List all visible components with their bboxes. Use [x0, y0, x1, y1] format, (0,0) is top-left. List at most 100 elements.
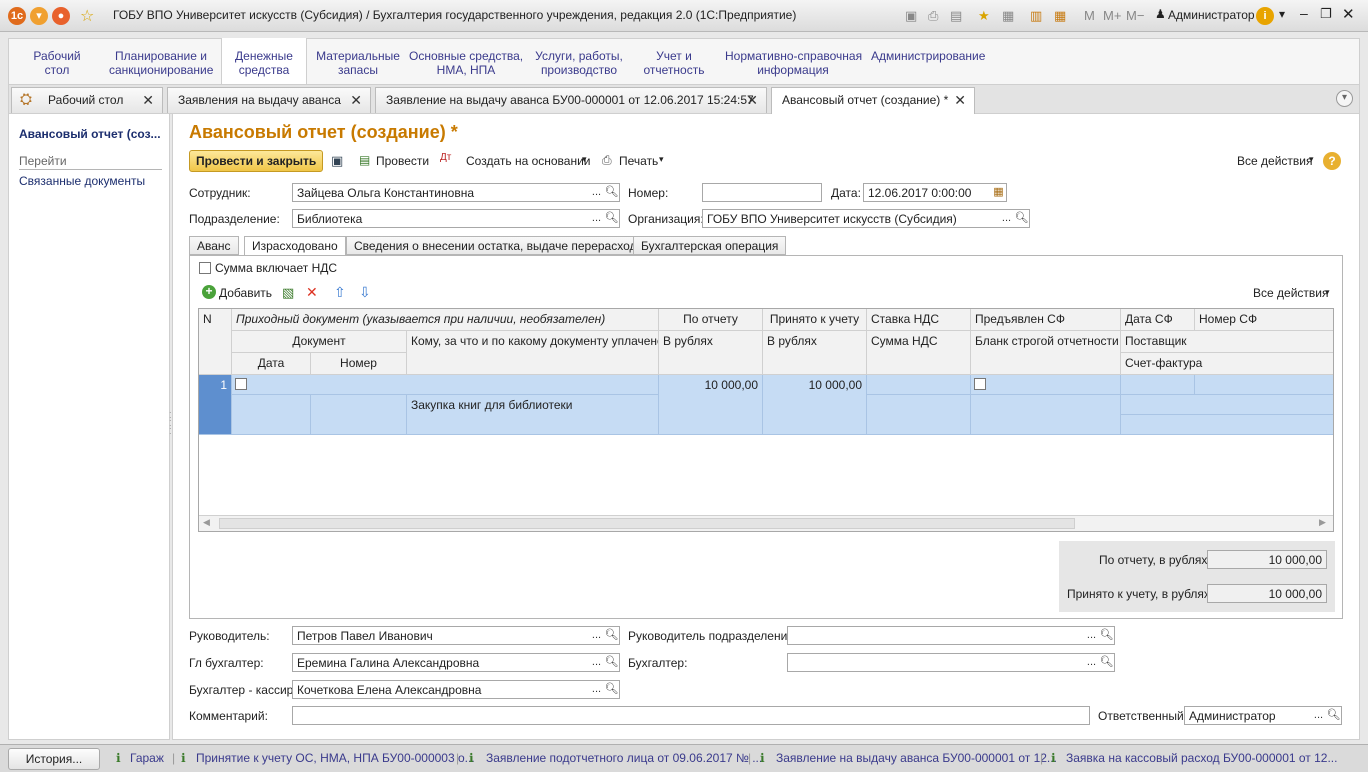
home-icon[interactable]: ●: [52, 7, 70, 25]
select-button[interactable]: ...: [1311, 707, 1326, 724]
move-up-icon[interactable]: ⇧: [334, 284, 346, 301]
history-button[interactable]: История...: [8, 748, 100, 770]
row-vat-sum-cell[interactable]: [867, 395, 971, 435]
tab-advance-requests[interactable]: Заявления на выдачу аванса ✕: [167, 87, 371, 113]
row-strict-form-cell[interactable]: [971, 395, 1121, 435]
taskbar-item-garage[interactable]: Гараж: [130, 751, 164, 765]
close-tab-icon[interactable]: ✕: [350, 88, 362, 112]
all-actions-button[interactable]: Все действия: [1237, 154, 1312, 168]
section-planning[interactable]: Планирование и санкционирование: [109, 49, 213, 77]
vat-checkbox[interactable]: [199, 262, 211, 274]
row-invoice-cell[interactable]: [1121, 415, 1333, 435]
help-icon[interactable]: ?: [1323, 152, 1341, 170]
employee-field[interactable]: Зайцева Ольга Константиновна ... 🔍︎: [292, 183, 620, 202]
close-icon[interactable]: ✕: [1342, 5, 1355, 23]
row-incoming-doc-checkbox[interactable]: [235, 378, 247, 390]
row-number-doc-cell[interactable]: [311, 395, 407, 435]
save-icon[interactable]: ▣: [331, 153, 343, 169]
section-materials[interactable]: Материальные запасы: [315, 49, 401, 77]
memory-m-button[interactable]: M: [1084, 8, 1095, 23]
row-sf-presented-cell[interactable]: [971, 375, 1121, 395]
open-magnifier-icon[interactable]: 🔍︎: [604, 184, 619, 201]
section-services[interactable]: Услуги, работы, производство: [531, 49, 627, 77]
tab-accounting-operation[interactable]: Бухгалтерская операция: [633, 236, 787, 255]
favorites-star-icon[interactable]: ☆: [80, 6, 94, 26]
date-field[interactable]: 12.06.2017 0:00:00 ▦: [863, 183, 1007, 202]
nav-link-related-docs[interactable]: Связанные документы: [19, 174, 145, 188]
calendar-icon[interactable]: ▦: [991, 184, 1006, 201]
taskbar-item-advance-request[interactable]: Заявление на выдачу аванса БУ00-000001 о…: [776, 751, 1057, 765]
select-button[interactable]: ...: [999, 210, 1014, 227]
app-logo-icon[interactable]: 1c: [8, 7, 26, 25]
open-magnifier-icon[interactable]: 🔍︎: [604, 210, 619, 227]
print-icon[interactable]: ⎙: [928, 8, 938, 24]
row-sf-date-cell[interactable]: [1121, 375, 1195, 395]
open-magnifier-icon[interactable]: 🔍︎: [1326, 707, 1341, 724]
department-field[interactable]: Библиотека ... 🔍︎: [292, 209, 620, 228]
row-accepted-cell[interactable]: 10 000,00: [763, 375, 867, 435]
table-row-incoming-doc[interactable]: [232, 375, 659, 395]
responsible-field[interactable]: Администратор ... 🔍︎: [1184, 706, 1342, 725]
section-reporting[interactable]: Учет и отчетность: [639, 49, 709, 77]
tab-balance-info[interactable]: Сведения о внесении остатка, выдаче пере…: [346, 236, 652, 255]
comment-field[interactable]: [292, 706, 1090, 725]
tab-desktop[interactable]: ⛭ Рабочий стол ✕: [11, 87, 163, 113]
section-admin[interactable]: Администрирование: [871, 49, 985, 63]
post-button[interactable]: Провести: [376, 154, 429, 168]
copy-icon[interactable]: ▧: [282, 285, 294, 301]
dept-head-field[interactable]: ... 🔍︎: [787, 626, 1115, 645]
restore-icon[interactable]: ❐: [1320, 6, 1332, 22]
preview-icon[interactable]: ▤: [950, 8, 962, 24]
open-magnifier-icon[interactable]: 🔍︎: [1014, 210, 1029, 227]
select-button[interactable]: ...: [589, 654, 604, 671]
calculator-icon[interactable]: ▥: [1030, 8, 1042, 24]
row-supplier-cell[interactable]: [1121, 395, 1333, 415]
close-tab-icon[interactable]: ✕: [954, 88, 966, 112]
row-by-report-cell[interactable]: 10 000,00: [659, 375, 763, 435]
row-vat-rate-cell[interactable]: [867, 375, 971, 395]
memory-minus-button[interactable]: M−: [1126, 8, 1144, 23]
open-magnifier-icon[interactable]: 🔍︎: [1099, 654, 1114, 671]
open-magnifier-icon[interactable]: 🔍︎: [604, 654, 619, 671]
select-button[interactable]: ...: [1084, 627, 1099, 644]
link-icon[interactable]: ▦: [1002, 8, 1014, 24]
row-sf-number-cell[interactable]: [1195, 375, 1333, 395]
close-tab-icon[interactable]: ✕: [746, 88, 758, 112]
menu-icon[interactable]: ▾: [30, 7, 48, 25]
select-button[interactable]: ...: [1084, 654, 1099, 671]
open-magnifier-icon[interactable]: 🔍︎: [604, 627, 619, 644]
row-description-cell[interactable]: Закупка книг для библиотеки: [407, 395, 659, 435]
tab-advance[interactable]: Аванс: [189, 236, 239, 255]
section-fixed-assets[interactable]: Основные средства, НМА, НПА: [409, 49, 523, 77]
close-tab-icon[interactable]: ✕: [142, 88, 154, 112]
tabs-menu-icon[interactable]: ▾: [1336, 90, 1353, 107]
expenses-table[interactable]: N Приходный документ (указывается при на…: [198, 308, 1334, 532]
create-based-on-button[interactable]: Создать на основании: [466, 154, 591, 168]
post-and-close-button[interactable]: Провести и закрыть: [189, 150, 323, 172]
save-icon[interactable]: ▣: [905, 8, 917, 24]
calendar-icon[interactable]: ▦: [1054, 8, 1066, 24]
chief-accountant-field[interactable]: Еремина Галина Александровна ... 🔍︎: [292, 653, 620, 672]
nav-current-item[interactable]: Авансовый отчет (соз...: [19, 127, 161, 141]
dt-kt-icon[interactable]: Дт: [440, 152, 451, 163]
row-sf-presented-checkbox[interactable]: [974, 378, 986, 390]
scrollbar-thumb[interactable]: [219, 518, 1075, 529]
section-cash[interactable]: Денежные средства: [221, 38, 307, 85]
select-button[interactable]: ...: [589, 184, 604, 201]
taskbar-item-fixed-assets[interactable]: Принятие к учету ОС, НМА, НПА БУ00-00000…: [196, 751, 475, 765]
horizontal-scrollbar[interactable]: ◀ ▶: [199, 515, 1333, 531]
number-field[interactable]: [702, 183, 822, 202]
row-number-cell[interactable]: 1: [199, 375, 232, 435]
organization-field[interactable]: ГОБУ ВПО Университет искусств (Субсидия)…: [702, 209, 1030, 228]
add-button[interactable]: Добавить: [219, 286, 272, 300]
section-reference[interactable]: Нормативно-справочная информация: [725, 49, 862, 77]
chevron-down-icon[interactable]: ▾: [1279, 7, 1285, 21]
print-button[interactable]: Печать: [619, 154, 658, 168]
scroll-left-icon[interactable]: ◀: [203, 517, 210, 528]
memory-plus-button[interactable]: M+: [1103, 8, 1121, 23]
current-user[interactable]: Администратор: [1168, 8, 1255, 22]
head-field[interactable]: Петров Павел Иванович ... 🔍︎: [292, 626, 620, 645]
accountant-field[interactable]: ... 🔍︎: [787, 653, 1115, 672]
select-button[interactable]: ...: [589, 627, 604, 644]
select-button[interactable]: ...: [589, 681, 604, 698]
